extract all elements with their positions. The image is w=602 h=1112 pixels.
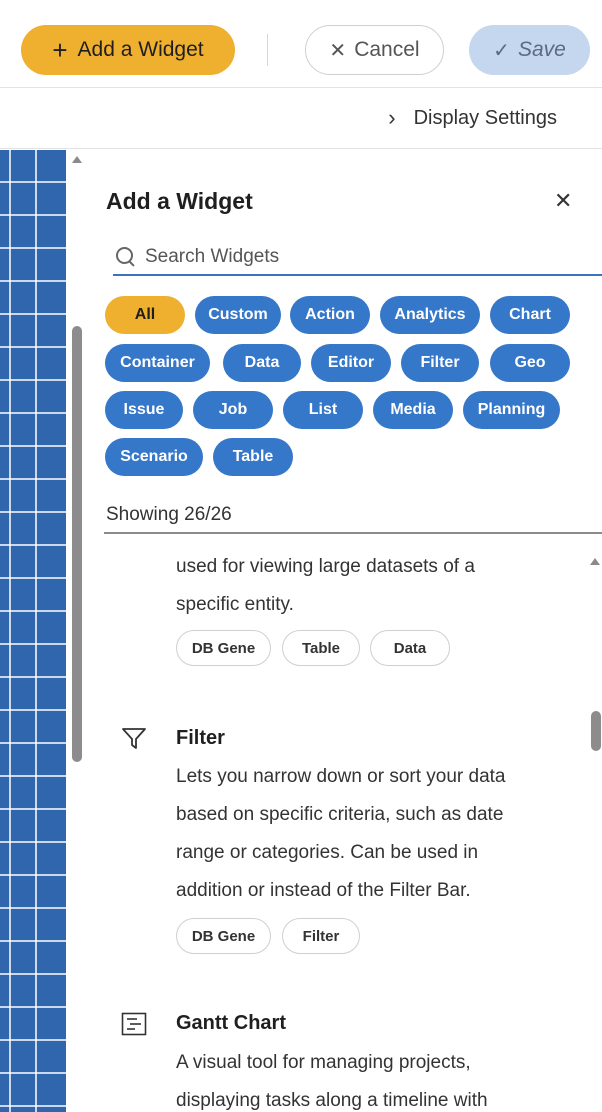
tag-label: Filter [302, 927, 340, 945]
close-panel-button[interactable]: ✕ [554, 188, 572, 214]
scrollbar-thumb[interactable] [72, 326, 82, 762]
filter-chip-editor[interactable]: Editor [311, 344, 391, 382]
save-button[interactable]: ✓ Save [469, 25, 590, 75]
chip-label: Filter [420, 354, 460, 371]
widget-list: used for viewing large datasets of a spe… [88, 534, 602, 1112]
chip-label: Table [232, 448, 274, 465]
filter-chip-action[interactable]: Action [290, 296, 370, 334]
filter-chip-data[interactable]: Data [223, 344, 301, 382]
chip-label: List [308, 401, 338, 418]
chip-label: Job [218, 401, 248, 418]
search-input[interactable] [137, 242, 602, 272]
chip-label: Custom [208, 306, 268, 323]
widget-tag[interactable]: Table [282, 630, 360, 666]
chip-label: Geo [514, 354, 546, 371]
chip-label: Chart [509, 306, 551, 323]
panel-title: Add a Widget [106, 188, 253, 214]
filter-chip-filter[interactable]: Filter [401, 344, 479, 382]
widget-title[interactable]: Gantt Chart [176, 1012, 286, 1035]
widget-description-line: based on specific criteria, such as date [176, 804, 504, 825]
chip-label: Scenario [120, 448, 188, 465]
chip-label: Container [120, 354, 195, 371]
check-icon: ✓ [493, 39, 510, 62]
list-scrollbar-thumb[interactable] [591, 711, 601, 751]
filter-chip-list[interactable]: List [283, 391, 363, 429]
gantt-chart-icon [121, 1012, 147, 1036]
filter-chip-geo[interactable]: Geo [490, 344, 570, 382]
filter-chip-analytics[interactable]: Analytics [380, 296, 480, 334]
filter-chip-scenario[interactable]: Scenario [105, 438, 203, 476]
chip-label: Planning [477, 401, 546, 418]
filter-chip-planning[interactable]: Planning [463, 391, 560, 429]
filter-chip-custom[interactable]: Custom [195, 296, 281, 334]
chip-label: Media [390, 401, 436, 418]
display-settings-bar: › Display Settings [0, 89, 602, 149]
widget-description-line: Lets you narrow down or sort your data [176, 766, 506, 787]
cancel-label: Cancel [354, 38, 420, 61]
tag-label: DB Gene [191, 927, 256, 945]
filter-chip-chart[interactable]: Chart [490, 296, 570, 334]
tag-label: Data [393, 639, 427, 657]
search-icon [115, 246, 137, 268]
widget-description-line: A visual tool for managing projects, [176, 1052, 471, 1073]
top-toolbar: + Add a Widget ✕ Cancel ✓ Save [0, 0, 602, 88]
filter-chip-job[interactable]: Job [193, 391, 273, 429]
filter-chip-issue[interactable]: Issue [105, 391, 183, 429]
filter-chip-all[interactable]: All [105, 296, 185, 334]
widget-description-line: used for viewing large datasets of a [176, 556, 475, 577]
close-icon: ✕ [329, 39, 347, 62]
chip-label: Editor [327, 354, 375, 371]
outer-scrollbar[interactable] [66, 150, 88, 1112]
filter-icon [122, 728, 146, 749]
tag-label: Table [301, 639, 341, 657]
widget-description-line: displaying tasks along a timeline with [176, 1090, 488, 1111]
widget-tag[interactable]: Data [370, 630, 450, 666]
search-box [113, 240, 602, 276]
result-count: Showing 26/26 [106, 504, 232, 525]
close-icon: ✕ [554, 188, 573, 213]
tag-label: DB Gene [191, 639, 256, 657]
display-settings-label: Display Settings [413, 106, 557, 129]
widget-title[interactable]: Filter [176, 727, 225, 750]
save-label: Save [517, 38, 566, 61]
widget-description-line: addition or instead of the Filter Bar. [176, 880, 471, 901]
filter-chip-media[interactable]: Media [373, 391, 453, 429]
widget-tag[interactable]: Filter [282, 918, 360, 954]
widget-tag[interactable]: DB Gene [176, 918, 271, 954]
add-widget-button[interactable]: + Add a Widget [21, 25, 235, 75]
display-settings-toggle[interactable]: › Display Settings [388, 105, 557, 131]
chip-label: Issue [123, 401, 165, 418]
plus-icon: + [52, 35, 68, 65]
chip-label: Action [305, 306, 355, 323]
chevron-right-icon: › [388, 105, 396, 130]
widget-description-line: specific entity. [176, 594, 294, 615]
toolbar-divider [267, 34, 268, 66]
chip-label: Data [244, 354, 280, 371]
widget-description-line: range or categories. Can be used in [176, 842, 479, 863]
canvas-grid [0, 150, 66, 1112]
cancel-button[interactable]: ✕ Cancel [305, 25, 444, 75]
filter-chip-container[interactable]: Container [105, 344, 210, 382]
filter-chip-table[interactable]: Table [213, 438, 293, 476]
chip-label: Analytics [394, 306, 466, 323]
chip-label: All [134, 306, 156, 323]
widget-tag[interactable]: DB Gene [176, 630, 271, 666]
add-widget-label: Add a Widget [77, 38, 204, 61]
scroll-up-arrow-icon[interactable] [72, 156, 82, 163]
add-widget-panel: Add a Widget ✕ All Custom Action Analyti… [88, 150, 602, 1112]
list-scroll-up-icon[interactable] [590, 558, 600, 565]
